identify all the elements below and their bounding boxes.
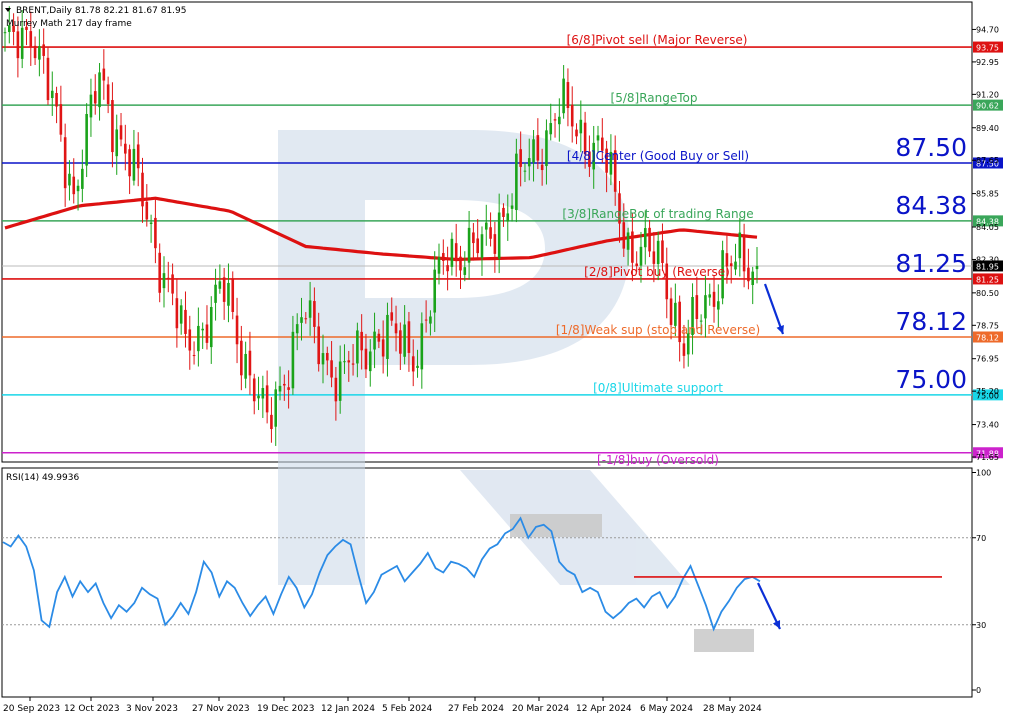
level-axis-tag: 90.62 — [973, 99, 1003, 111]
rsi-axis-tick: 70 — [976, 534, 986, 543]
date-tick: 12 Oct 2023 — [64, 704, 120, 714]
date-tick: 19 Dec 2023 — [257, 704, 315, 714]
chart-root: [6/8]Pivot sell (Major Reverse) [5/8]Rang… — [0, 0, 1010, 719]
rsi-header: RSI(14) 49.9936 — [6, 473, 79, 483]
date-tick: 20 Sep 2023 — [3, 704, 60, 714]
date-tick: 6 May 2024 — [640, 704, 693, 714]
price-axis-tick: 94.70 — [976, 25, 999, 34]
big-level-label: 81.25 — [895, 249, 967, 278]
big-level-label: 87.50 — [895, 133, 967, 162]
murrey-level-label: [4/8]Center (Good Buy or Sell) — [567, 149, 749, 163]
rsi-panel-frame — [1, 467, 973, 698]
big-level-label: 84.38 — [895, 191, 967, 220]
date-tick: 27 Nov 2023 — [192, 704, 250, 714]
svg-text:78.12: 78.12 — [976, 333, 999, 342]
price-axis-tick: 89.40 — [976, 124, 999, 133]
rsi-axis-tick: 30 — [976, 621, 986, 630]
date-tick: 12 Jan 2024 — [321, 704, 375, 714]
price-axis-tick: 85.85 — [976, 190, 999, 199]
price-axis-tick: 73.40 — [976, 421, 999, 430]
price-axis-tick: 84.05 — [976, 223, 999, 232]
svg-text:81.25: 81.25 — [976, 275, 999, 284]
murrey-level-label: [1/8]Weak sup (stop and Reverse) — [556, 323, 760, 337]
level-axis-tag: 78.12 — [973, 331, 1003, 343]
price-axis-tick: 75.20 — [976, 387, 999, 396]
big-level-label: 75.00 — [895, 365, 967, 394]
murrey-level-label: [0/8]Ultimate support — [593, 381, 723, 395]
date-tick: 5 Feb 2024 — [382, 704, 433, 714]
murrey-level-label: [2/8]Pivot buy (Reverse) — [584, 265, 730, 279]
murrey-level-label: [5/8]RangeTop — [611, 91, 698, 105]
date-tick: 20 Mar 2024 — [512, 704, 569, 714]
date-tick: 3 Nov 2023 — [126, 704, 178, 714]
svg-text:90.62: 90.62 — [976, 102, 999, 111]
date-tick: 12 Apr 2024 — [576, 704, 632, 714]
price-axis-tick: 80.50 — [976, 289, 999, 298]
symbol-header: BRENT,Daily 81.78 82.21 81.67 81.95 — [16, 6, 186, 16]
rsi-axis-tick: 100 — [976, 469, 991, 478]
svg-text:81.95: 81.95 — [976, 262, 999, 271]
indicator-header: Murrey Math 217 day frame — [6, 19, 132, 29]
murrey-level-label: [3/8]RangeBot of trading Range — [562, 207, 753, 221]
murrey-level-label: [-1/8]buy (Oversold) — [597, 453, 719, 467]
rsi-highlight-box — [694, 629, 754, 652]
date-tick: 28 May 2024 — [703, 704, 762, 714]
price-axis-tick: 87.65 — [976, 156, 999, 165]
level-axis-tag: 81.25 — [973, 273, 1003, 285]
price-axis-tick: 92.95 — [976, 58, 999, 67]
svg-text:93.75: 93.75 — [976, 44, 999, 53]
main-panel-frame — [1, 1, 973, 463]
price-axis-tick: 76.95 — [976, 355, 999, 364]
rsi-axis-tick: 0 — [976, 686, 981, 695]
chart-canvas: [6/8]Pivot sell (Major Reverse) [5/8]Rang… — [1, 1, 1003, 714]
date-tick: 27 Feb 2024 — [448, 704, 504, 714]
big-level-label: 78.12 — [895, 307, 967, 336]
price-axis-tick: 78.75 — [976, 321, 999, 330]
current-price-tag: 81.95 — [973, 260, 1003, 272]
price-axis-tick: 91.20 — [976, 90, 999, 99]
price-axis-tick: 71.65 — [976, 453, 999, 462]
murrey-level-label: [6/8]Pivot sell (Major Reverse) — [567, 33, 748, 47]
level-axis-tag: 93.75 — [973, 41, 1003, 53]
